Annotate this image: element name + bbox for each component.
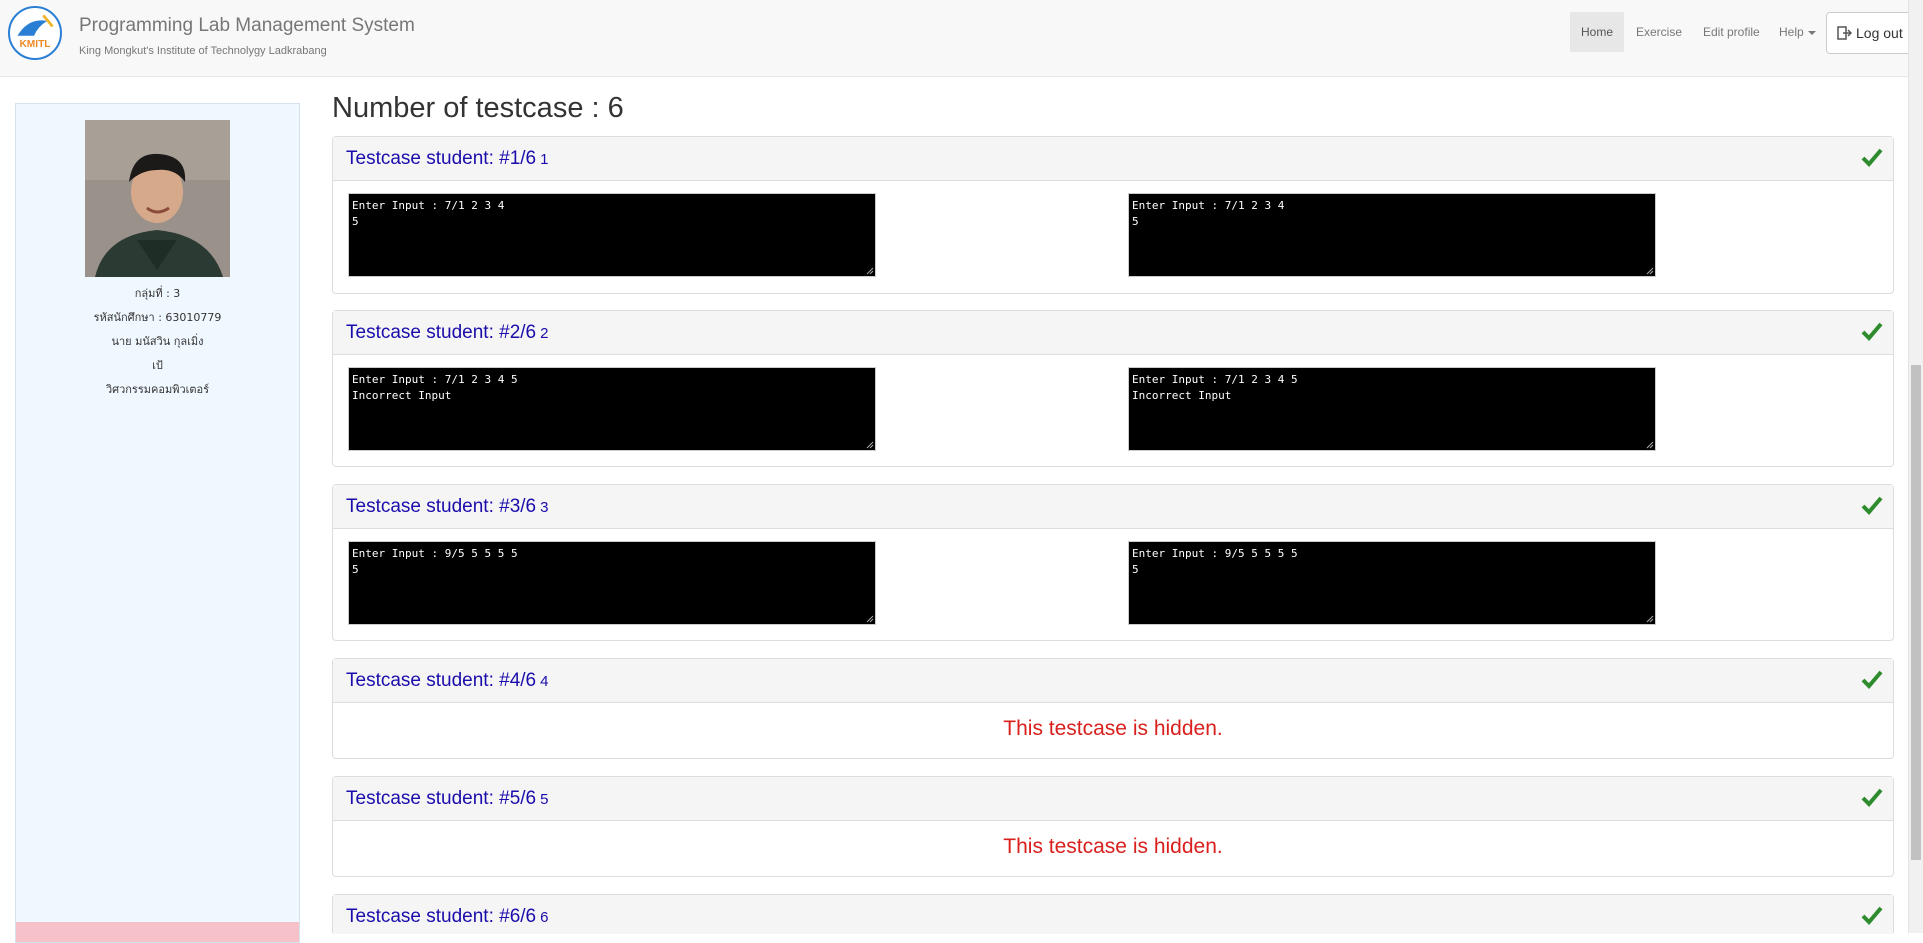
testcase-title[interactable]: Testcase student: #1/6 1 — [346, 148, 548, 170]
nav-exercise[interactable]: Exercise — [1625, 12, 1693, 52]
hidden-testcase-message: This testcase is hidden. — [1003, 835, 1223, 858]
app-subtitle: King Mongkut's Institute of Technolygy L… — [79, 45, 327, 57]
resize-grip-icon[interactable] — [1646, 441, 1654, 449]
profile-group: กลุ่มที่ : 3 — [134, 287, 181, 300]
testcase-title[interactable]: Testcase student: #3/6 3 — [346, 496, 548, 518]
testcase-number: 5 — [540, 791, 549, 808]
profile-sidebar: กลุ่มที่ : 3 รหัสนักศึกษา : 63010779 นาย… — [15, 103, 300, 943]
actual-output-textarea[interactable]: Enter Input : 7/1 2 3 4 5 — [1128, 193, 1656, 277]
testcase-number: 1 — [540, 151, 549, 168]
actual-output-text: Enter Input : 9/5 5 5 5 5 5 — [1132, 547, 1298, 576]
actual-output-text: Enter Input : 7/1 2 3 4 5 Incorrect Inpu… — [1132, 373, 1298, 402]
profile-student-id: รหัสนักศึกษา : 63010779 — [93, 311, 222, 324]
check-icon — [1861, 670, 1883, 689]
testcase-panel-1: Testcase student: #1/6 1 Enter Input : 7/… — [332, 136, 1894, 294]
expected-output-text: Enter Input : 9/5 5 5 5 5 5 — [352, 547, 518, 576]
logout-label: Log out — [1856, 25, 1903, 41]
testcase-title[interactable]: Testcase student: #5/6 5 — [346, 788, 548, 810]
expected-output-textarea[interactable]: Enter Input : 7/1 2 3 4 5 Incorrect Inpu… — [348, 367, 876, 451]
expected-output-textarea[interactable]: Enter Input : 7/1 2 3 4 5 — [348, 193, 876, 277]
testcase-title-text: Testcase student: #3/6 — [346, 496, 537, 517]
testcase-title[interactable]: Testcase student: #2/6 2 — [346, 322, 548, 344]
hidden-testcase-message: This testcase is hidden. — [1003, 717, 1223, 740]
testcase-panel-4: Testcase student: #4/6 4 This testcase is… — [332, 658, 1894, 759]
testcase-title-text: Testcase student: #2/6 — [346, 322, 537, 343]
testcase-heading: Testcase student: #6/6 6 — [333, 895, 1893, 934]
testcase-title-text: Testcase student: #4/6 — [346, 670, 537, 691]
expected-output-text: Enter Input : 7/1 2 3 4 5 — [352, 199, 505, 228]
check-icon — [1861, 906, 1883, 925]
nav-help-label: Help — [1779, 25, 1804, 39]
check-icon — [1861, 322, 1883, 341]
profile-name: นาย มนัสวิน กุลเมิ่ง — [111, 335, 204, 348]
kmitl-logo[interactable]: KMITL — [8, 6, 62, 60]
testcase-panel-5: Testcase student: #5/6 5 This testcase is… — [332, 776, 1894, 877]
sidebar-footer-strip — [16, 922, 299, 942]
check-icon — [1861, 788, 1883, 807]
testcase-heading: Testcase student: #5/6 5 — [333, 777, 1893, 821]
nav-edit-profile[interactable]: Edit profile — [1692, 12, 1771, 52]
scrollbar-thumb[interactable] — [1911, 365, 1921, 860]
testcase-number: 3 — [540, 499, 549, 516]
testcase-title-text: Testcase student: #1/6 — [346, 148, 537, 169]
resize-grip-icon[interactable] — [866, 441, 874, 449]
resize-grip-icon[interactable] — [866, 267, 874, 275]
testcase-panel-6: Testcase student: #6/6 6 — [332, 894, 1894, 934]
testcase-title-text: Testcase student: #5/6 — [346, 788, 537, 809]
expected-output-textarea[interactable]: Enter Input : 9/5 5 5 5 5 5 — [348, 541, 876, 625]
testcase-number: 2 — [540, 325, 549, 342]
app-title[interactable]: Programming Lab Management System — [79, 15, 415, 37]
testcase-number: 4 — [540, 673, 549, 690]
testcase-panel-3: Testcase student: #3/6 3 Enter Input : 9/… — [332, 484, 1894, 641]
logo-text: KMITL — [19, 39, 50, 50]
actual-output-text: Enter Input : 7/1 2 3 4 5 — [1132, 199, 1285, 228]
logout-button[interactable]: Log out — [1826, 12, 1916, 54]
profile-department: วิศวกรรมคอมพิวเตอร์ — [105, 383, 210, 396]
testcase-number: 6 — [540, 909, 549, 926]
actual-output-textarea[interactable]: Enter Input : 9/5 5 5 5 5 5 — [1128, 541, 1656, 625]
nav-home[interactable]: Home — [1570, 12, 1625, 52]
top-navbar: KMITL Programming Lab Management System … — [0, 0, 1916, 77]
logout-icon — [1837, 26, 1852, 40]
profile-nickname: เป้ — [152, 359, 163, 372]
testcase-heading: Testcase student: #2/6 2 — [333, 311, 1893, 355]
expected-output-text: Enter Input : 7/1 2 3 4 5 Incorrect Inpu… — [352, 373, 518, 402]
resize-grip-icon[interactable] — [1646, 615, 1654, 623]
actual-output-textarea[interactable]: Enter Input : 7/1 2 3 4 5 Incorrect Inpu… — [1128, 367, 1656, 451]
testcase-heading: Testcase student: #1/6 1 — [333, 137, 1893, 181]
resize-grip-icon[interactable] — [866, 615, 874, 623]
page-title: Number of testcase : 6 — [332, 92, 624, 124]
resize-grip-icon[interactable] — [1646, 267, 1654, 275]
check-icon — [1861, 148, 1883, 167]
testcase-panel-2: Testcase student: #2/6 2 Enter Input : 7/… — [332, 310, 1894, 467]
testcase-heading: Testcase student: #4/6 4 — [333, 659, 1893, 703]
chevron-down-icon — [1807, 30, 1816, 35]
testcase-title[interactable]: Testcase student: #4/6 4 — [346, 670, 548, 692]
testcase-heading: Testcase student: #3/6 3 — [333, 485, 1893, 529]
check-icon — [1861, 496, 1883, 515]
testcase-title[interactable]: Testcase student: #6/6 6 — [346, 906, 548, 928]
testcase-title-text: Testcase student: #6/6 — [346, 906, 537, 927]
page-scrollbar[interactable] — [1908, 0, 1923, 933]
nav-help-dropdown[interactable]: Help — [1768, 12, 1827, 52]
avatar — [85, 120, 230, 277]
